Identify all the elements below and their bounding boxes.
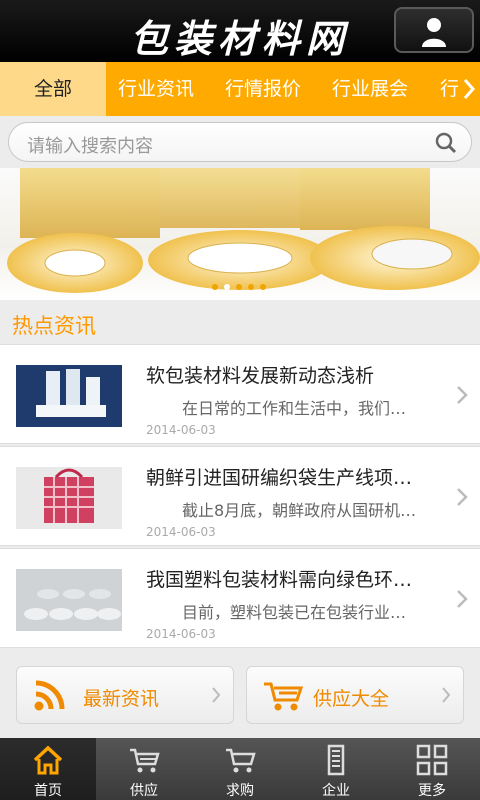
cart-icon bbox=[226, 748, 256, 773]
news-title: 朝鲜引进国研编织袋生产线项… bbox=[146, 467, 413, 489]
section-title-hot-news: 热点资讯 bbox=[12, 314, 96, 338]
tab-partial[interactable]: 行 bbox=[440, 62, 459, 116]
carousel-dot bbox=[224, 284, 230, 290]
chevron-right-icon bbox=[457, 386, 468, 404]
nav-label: 企业 bbox=[322, 783, 350, 799]
news-date: 2014-06-03 bbox=[146, 423, 216, 437]
user-icon bbox=[422, 18, 446, 47]
category-tabs: 全部 行业资讯 行情报价 行业展会 行 bbox=[0, 62, 480, 116]
latest-news-button[interactable]: 最新资讯 bbox=[16, 666, 234, 724]
news-item[interactable]: 朝鲜引进国研编织袋生产线项… 截止8月底，朝鲜政府从国研机… 2014-06-0… bbox=[0, 446, 480, 546]
carousel-dot bbox=[248, 284, 254, 290]
app-header: 包装材料网 bbox=[0, 0, 480, 62]
search-input[interactable]: 请输入搜索内容 bbox=[8, 122, 472, 162]
news-summary: 截止8月底，朝鲜政府从国研机… bbox=[182, 501, 417, 520]
cart-icon bbox=[130, 748, 160, 773]
rss-icon bbox=[34, 680, 65, 711]
news-thumbnail bbox=[16, 365, 122, 427]
nav-label: 供应 bbox=[130, 783, 158, 799]
carousel-dot bbox=[236, 284, 242, 290]
chevron-right-icon bbox=[212, 687, 221, 703]
chevron-right-icon bbox=[457, 488, 468, 506]
nav-home[interactable]: 首页 bbox=[0, 738, 96, 800]
nav-more[interactable]: 更多 bbox=[384, 738, 480, 800]
search-bar: 请输入搜索内容 bbox=[0, 116, 480, 168]
news-summary: 在日常的工作和生活中，我们… bbox=[182, 399, 407, 418]
bottom-navigation: 首页 供应 求购 企业 更多 bbox=[0, 738, 480, 800]
building-icon bbox=[327, 744, 345, 776]
carousel-dot bbox=[212, 284, 218, 290]
nav-label: 更多 bbox=[418, 783, 446, 799]
chevron-right-icon bbox=[463, 79, 476, 99]
search-icon[interactable] bbox=[435, 132, 457, 154]
chevron-right-icon bbox=[457, 590, 468, 608]
news-thumbnail bbox=[16, 569, 122, 631]
chevron-right-icon bbox=[442, 687, 451, 703]
tab-industry-news[interactable]: 行业资讯 bbox=[118, 62, 194, 116]
nav-label: 求购 bbox=[226, 783, 254, 799]
grid-icon bbox=[416, 744, 448, 776]
news-title: 软包装材料发展新动态浅析 bbox=[146, 365, 375, 387]
news-item[interactable]: 我国塑料包装材料需向绿色环… 目前，塑料包装已在包装行业… 2014-06-03 bbox=[0, 548, 480, 648]
home-icon bbox=[33, 745, 63, 775]
tab-all[interactable]: 全部 bbox=[0, 62, 106, 116]
tab-exhibitions[interactable]: 行业展会 bbox=[332, 62, 408, 116]
user-button[interactable] bbox=[394, 7, 474, 53]
news-date: 2014-06-03 bbox=[146, 627, 216, 641]
search-placeholder: 请输入搜索内容 bbox=[27, 136, 153, 157]
news-date: 2014-06-03 bbox=[146, 525, 216, 539]
nav-label: 首页 bbox=[34, 783, 62, 799]
news-item[interactable]: 软包装材料发展新动态浅析 在日常的工作和生活中，我们… 2014-06-03 bbox=[0, 344, 480, 444]
banner-carousel[interactable] bbox=[0, 168, 480, 300]
carousel-dot bbox=[260, 284, 266, 290]
carousel-indicator bbox=[212, 284, 272, 292]
supply-directory-button[interactable]: 供应大全 bbox=[246, 666, 464, 724]
tab-scroll-right[interactable] bbox=[458, 62, 480, 116]
supply-directory-label: 供应大全 bbox=[313, 688, 390, 710]
nav-enterprise[interactable]: 企业 bbox=[288, 738, 384, 800]
nav-purchase[interactable]: 求购 bbox=[192, 738, 288, 800]
banner-image bbox=[7, 168, 480, 293]
cart-icon bbox=[264, 682, 303, 711]
latest-news-label: 最新资讯 bbox=[83, 688, 160, 710]
tab-market-quotes[interactable]: 行情报价 bbox=[225, 62, 301, 116]
nav-supply[interactable]: 供应 bbox=[96, 738, 192, 800]
news-thumbnail bbox=[16, 467, 122, 529]
news-title: 我国塑料包装材料需向绿色环… bbox=[146, 569, 413, 591]
news-summary: 目前，塑料包装已在包装行业… bbox=[182, 603, 407, 622]
